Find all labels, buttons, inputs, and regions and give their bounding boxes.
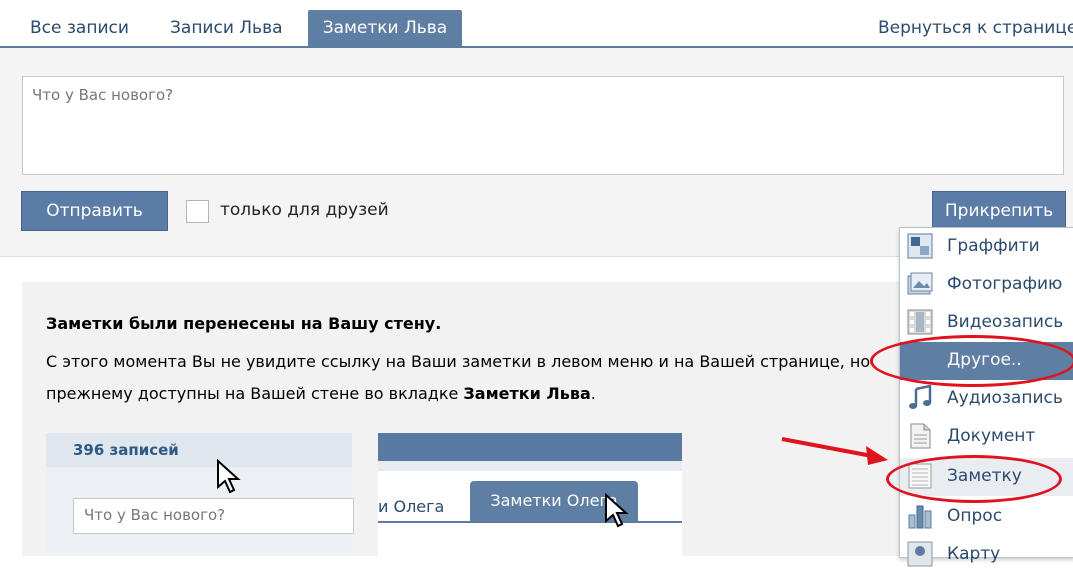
example-post-placeholder: Что у Вас нового?: [84, 506, 226, 524]
example-post-input: Что у Вас нового?: [73, 498, 354, 534]
wall-count-bar: 396 записей: [46, 433, 352, 467]
photo-icon: [907, 272, 933, 295]
arrow-icon: [781, 437, 888, 465]
notice-line-2-end: .: [590, 384, 596, 403]
map-icon: [907, 541, 933, 567]
attach-menu: Граффити Фотографию Видеозапись Другое..…: [899, 227, 1073, 567]
attach-button[interactable]: Прикрепить: [932, 191, 1066, 231]
poll-icon: [908, 505, 932, 529]
tab-bar: Все записи Записи Льва Заметки Льва Верн…: [0, 0, 1073, 48]
tab-lev-posts[interactable]: Записи Льва: [170, 10, 283, 46]
menu-item-photo[interactable]: Фотографию: [900, 266, 1073, 304]
cursor-icon: [605, 493, 629, 528]
notice-line-2-text: прежнему доступны на Вашей стене во вкла…: [46, 384, 464, 403]
menu-item-document[interactable]: Документ: [900, 418, 1073, 456]
post-composer: Что у Вас нового? Отправить только для д…: [0, 48, 1073, 257]
video-icon: [907, 309, 933, 335]
audio-icon: [909, 385, 932, 409]
notice-line-1: С этого момента Вы не увидите ссылку на …: [46, 352, 871, 371]
notice-line-2-bold: Заметки Льва: [463, 384, 591, 403]
post-input-placeholder: Что у Вас нового?: [32, 86, 174, 104]
tab-all-posts[interactable]: Все записи: [30, 10, 129, 46]
menu-item-label: Аудиозапись: [947, 388, 1063, 408]
menu-item-graffiti[interactable]: Граффити: [900, 228, 1073, 266]
friends-only-label: только для друзей: [220, 200, 389, 220]
menu-item-label: Фотографию: [947, 274, 1063, 294]
notice-line-2: прежнему доступны на Вашей стене во вкла…: [46, 384, 596, 403]
cursor-icon: [217, 459, 241, 494]
menu-item-label: Карту: [947, 544, 1001, 564]
menu-item-map[interactable]: Карту: [900, 536, 1073, 574]
example-tab-partial: и Олега: [378, 497, 445, 516]
menu-item-poll[interactable]: Опрос: [900, 498, 1073, 536]
send-button[interactable]: Отправить: [21, 191, 168, 231]
post-input[interactable]: Что у Вас нового?: [22, 76, 1064, 175]
example-screenshot-tabs: и Олега Заметки Олега: [378, 433, 682, 556]
notice-title: Заметки были перенесены на Вашу стену.: [46, 314, 442, 333]
example-header-bar: [378, 433, 682, 461]
graffiti-icon: [907, 233, 933, 259]
example-header-strip: [378, 461, 682, 471]
friends-only-checkbox[interactable]: [186, 200, 209, 223]
example-screenshot-wall: 396 записей Что у Вас нового?: [46, 433, 354, 552]
menu-item-label: Опрос: [947, 506, 1003, 526]
highlight-note-ellipse: [886, 455, 1062, 503]
example-tab-underline: [378, 521, 682, 523]
tab-lev-notes[interactable]: Заметки Льва: [308, 10, 462, 46]
highlight-other-ellipse: [870, 335, 1073, 387]
menu-item-label: Граффити: [947, 236, 1040, 256]
document-icon: [910, 423, 931, 449]
back-to-page-link[interactable]: Вернуться к странице: [878, 8, 1073, 48]
menu-item-label: Видеозапись: [947, 312, 1064, 332]
menu-item-label: Документ: [947, 426, 1036, 446]
wall-count-link: 396 записей: [73, 441, 179, 459]
